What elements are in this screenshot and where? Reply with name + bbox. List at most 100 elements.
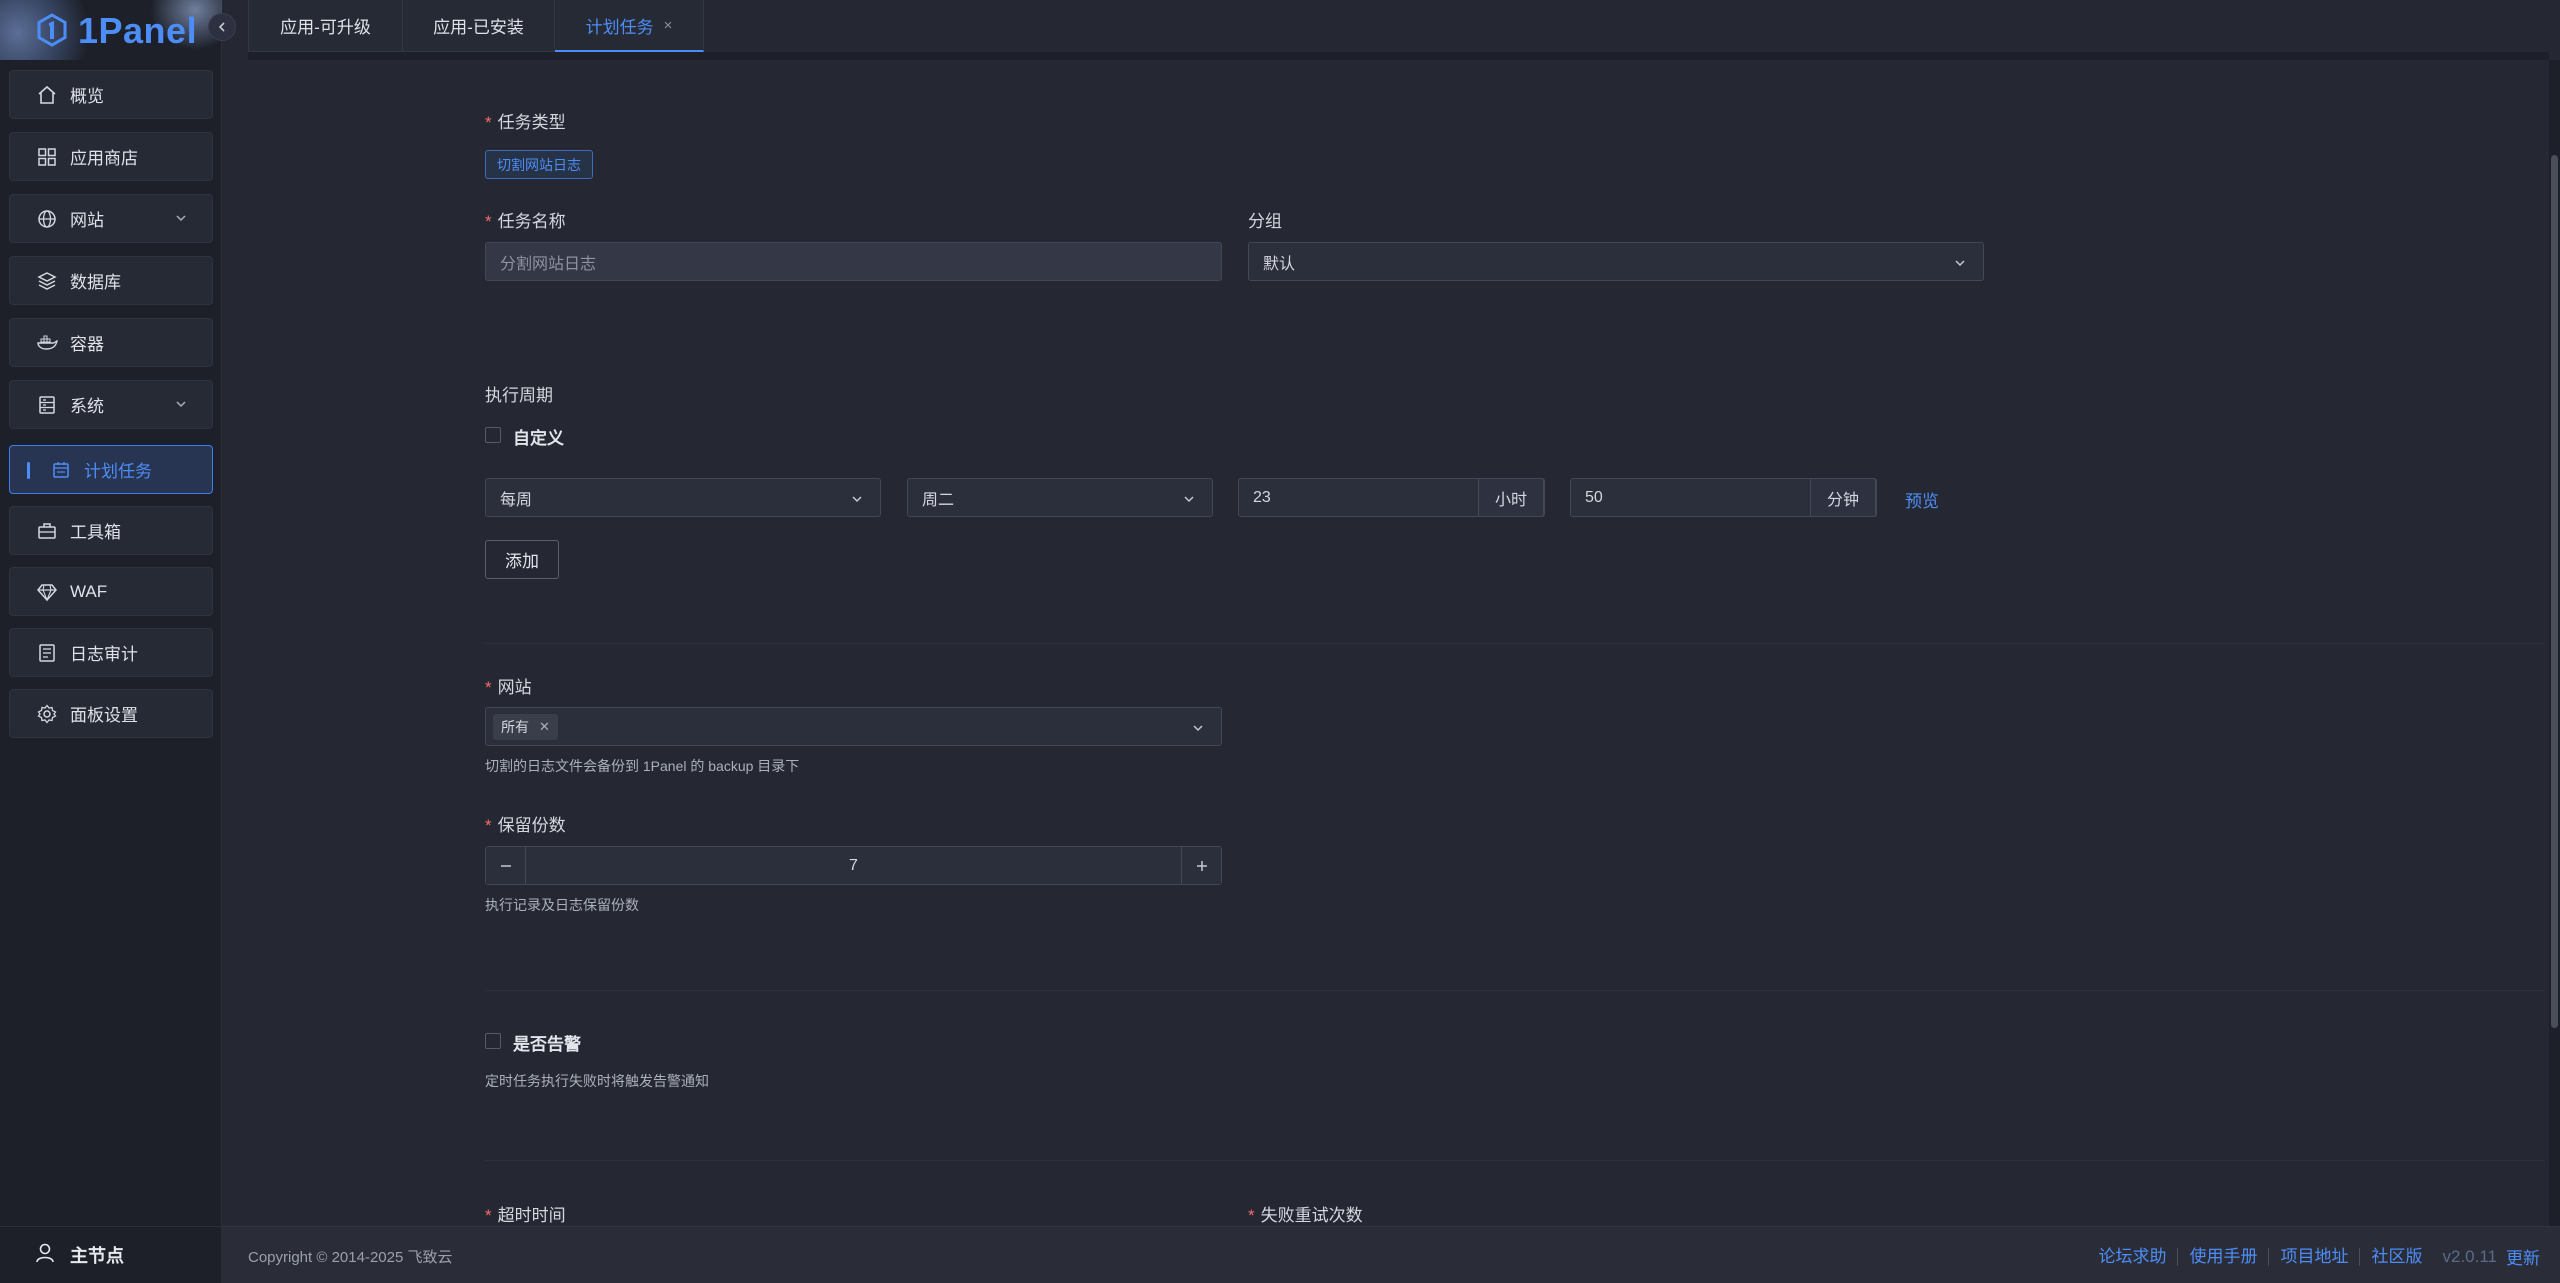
chip-label: 所有 xyxy=(501,719,529,735)
sidebar-item-label: 系统 xyxy=(70,397,104,416)
retain-label: 保留份数 xyxy=(485,811,566,836)
apps-icon xyxy=(36,146,58,168)
sidebar-item-system[interactable]: 系统 xyxy=(9,380,213,429)
task-type-tag: 切割网站日志 xyxy=(485,150,593,179)
chevron-down-icon xyxy=(1955,260,1965,267)
logo-text: 1Panel xyxy=(78,10,198,51)
tab-label: 应用-已安装 xyxy=(433,18,524,37)
weekday-value: 周二 xyxy=(922,491,955,509)
server-icon xyxy=(36,394,58,416)
website-select[interactable] xyxy=(485,707,1222,746)
website-chip[interactable]: 所有 ✕ xyxy=(493,714,558,740)
website-hint: 切割的日志文件会备份到 1Panel 的 backup 目录下 xyxy=(485,758,800,774)
version-text: v2.0.11 xyxy=(2442,1246,2497,1266)
project-link[interactable]: 项目地址 xyxy=(2269,1247,2361,1266)
sidebar-item-waf[interactable]: WAF xyxy=(9,567,213,616)
tab-cronjob[interactable]: 计划任务 × xyxy=(555,0,704,52)
alert-label: 是否告警 xyxy=(513,1035,581,1054)
period-value: 每周 xyxy=(500,491,533,509)
retain-value: 7 xyxy=(849,856,858,874)
manual-link[interactable]: 使用手册 xyxy=(2178,1247,2270,1266)
alert-checkbox[interactable] xyxy=(485,1033,501,1049)
tab-bar: 应用-可升级 应用-已安装 计划任务 × xyxy=(248,0,704,52)
sidebar-item-label: 计划任务 xyxy=(84,462,152,481)
sidebar-item-website[interactable]: 网站 xyxy=(9,194,213,243)
forum-link[interactable]: 论坛求助 xyxy=(2087,1247,2179,1266)
calendar-icon xyxy=(50,459,72,481)
tab-app-upgradable[interactable]: 应用-可升级 xyxy=(248,0,403,52)
section-divider xyxy=(485,643,2545,644)
update-link[interactable]: 更新 xyxy=(2506,1244,2550,1269)
tab-label: 应用-可升级 xyxy=(280,18,371,37)
logo[interactable]: 1Panel xyxy=(0,0,222,60)
sidebar-item-label: 容器 xyxy=(70,335,104,354)
hour-value: 23 xyxy=(1253,488,1271,506)
sidebar-item-cronjob[interactable]: 计划任务 xyxy=(9,445,213,494)
section-divider xyxy=(485,990,2545,991)
retain-stepper[interactable]: 7 xyxy=(485,846,1222,885)
sidebar-item-container[interactable]: 容器 xyxy=(9,318,213,367)
close-icon[interactable]: ✕ xyxy=(539,719,550,735)
sidebar-item-log-audit[interactable]: 日志审计 xyxy=(9,628,213,677)
minute-unit: 分钟 xyxy=(1809,478,1876,517)
chevron-down-icon xyxy=(176,215,186,222)
hour-input[interactable]: 23 小时 xyxy=(1238,478,1545,517)
sidebar: 1Panel 概览 应用商店 网站 数据库 容器 系统 计划任务 工具箱 WAF… xyxy=(0,0,222,1283)
chevron-down-icon xyxy=(176,401,186,408)
group-select[interactable]: 默认 xyxy=(1248,242,1984,281)
database-icon xyxy=(36,270,58,292)
sidebar-item-overview[interactable]: 概览 xyxy=(9,70,213,119)
sidebar-item-toolbox[interactable]: 工具箱 xyxy=(9,506,213,555)
sidebar-item-label: 概览 xyxy=(70,87,104,106)
chevron-down-icon xyxy=(1193,725,1203,732)
sidebar-item-label: 工具箱 xyxy=(70,523,121,542)
minute-value: 50 xyxy=(1585,488,1603,506)
sidebar-item-label: WAF xyxy=(70,581,108,601)
minute-input[interactable]: 50 分钟 xyxy=(1570,478,1877,517)
add-cycle-button[interactable]: 添加 xyxy=(485,540,559,579)
section-divider xyxy=(485,1160,2545,1161)
weekday-select[interactable]: 周二 xyxy=(907,478,1213,517)
docker-icon xyxy=(36,332,58,354)
sidebar-item-app-store[interactable]: 应用商店 xyxy=(9,132,213,181)
custom-cycle-checkbox[interactable] xyxy=(485,427,501,443)
sidebar-item-settings[interactable]: 面板设置 xyxy=(9,689,213,738)
sidebar-item-label: 日志审计 xyxy=(70,645,138,664)
website-label: 网站 xyxy=(485,673,532,698)
increment-button[interactable] xyxy=(1181,847,1221,884)
sidebar-item-label: 面板设置 xyxy=(70,706,138,725)
group-value: 默认 xyxy=(1263,255,1296,273)
chevron-left-icon xyxy=(218,22,225,32)
sidebar-collapse-button[interactable] xyxy=(208,13,236,41)
hour-unit: 小时 xyxy=(1477,478,1544,517)
decrement-button[interactable] xyxy=(486,847,526,884)
sidebar-item-label: 应用商店 xyxy=(70,149,138,168)
edition-link[interactable]: 社区版 xyxy=(2360,1247,2433,1266)
footer-links: 论坛求助 使用手册 项目地址 社区版 v2.0.11 更新 xyxy=(2087,1244,2550,1269)
task-name-input[interactable]: 分割网站日志 xyxy=(485,242,1222,281)
task-type-label: 任务类型 xyxy=(485,108,566,133)
task-name-label: 任务名称 xyxy=(485,207,566,232)
tab-label: 计划任务 xyxy=(585,17,654,37)
minus-icon xyxy=(500,864,511,867)
copyright: Copyright © 2014-2025 飞致云 xyxy=(248,1249,453,1266)
scrollbar-thumb[interactable] xyxy=(2551,155,2558,1028)
diamond-icon xyxy=(36,581,58,603)
toolbox-icon xyxy=(36,520,58,542)
node-label: 主节点 xyxy=(70,1246,124,1266)
group-label: 分组 xyxy=(1248,212,1282,231)
sidebar-item-database[interactable]: 数据库 xyxy=(9,256,213,305)
node-switcher[interactable]: 主节点 xyxy=(0,1226,222,1283)
preview-link[interactable]: 预览 xyxy=(1905,487,1939,512)
retain-hint: 执行记录及日志保留份数 xyxy=(485,897,639,913)
period-select[interactable]: 每周 xyxy=(485,478,881,517)
gear-icon xyxy=(36,703,58,725)
plus-icon xyxy=(1196,860,1207,871)
close-icon[interactable]: × xyxy=(664,17,673,34)
retry-label: 失败重试次数 xyxy=(1248,1201,1363,1226)
log-icon xyxy=(36,642,58,664)
chevron-down-icon xyxy=(852,496,862,503)
sidebar-item-label: 数据库 xyxy=(70,273,121,292)
home-icon xyxy=(36,84,58,106)
tab-app-installed[interactable]: 应用-已安装 xyxy=(403,0,555,52)
